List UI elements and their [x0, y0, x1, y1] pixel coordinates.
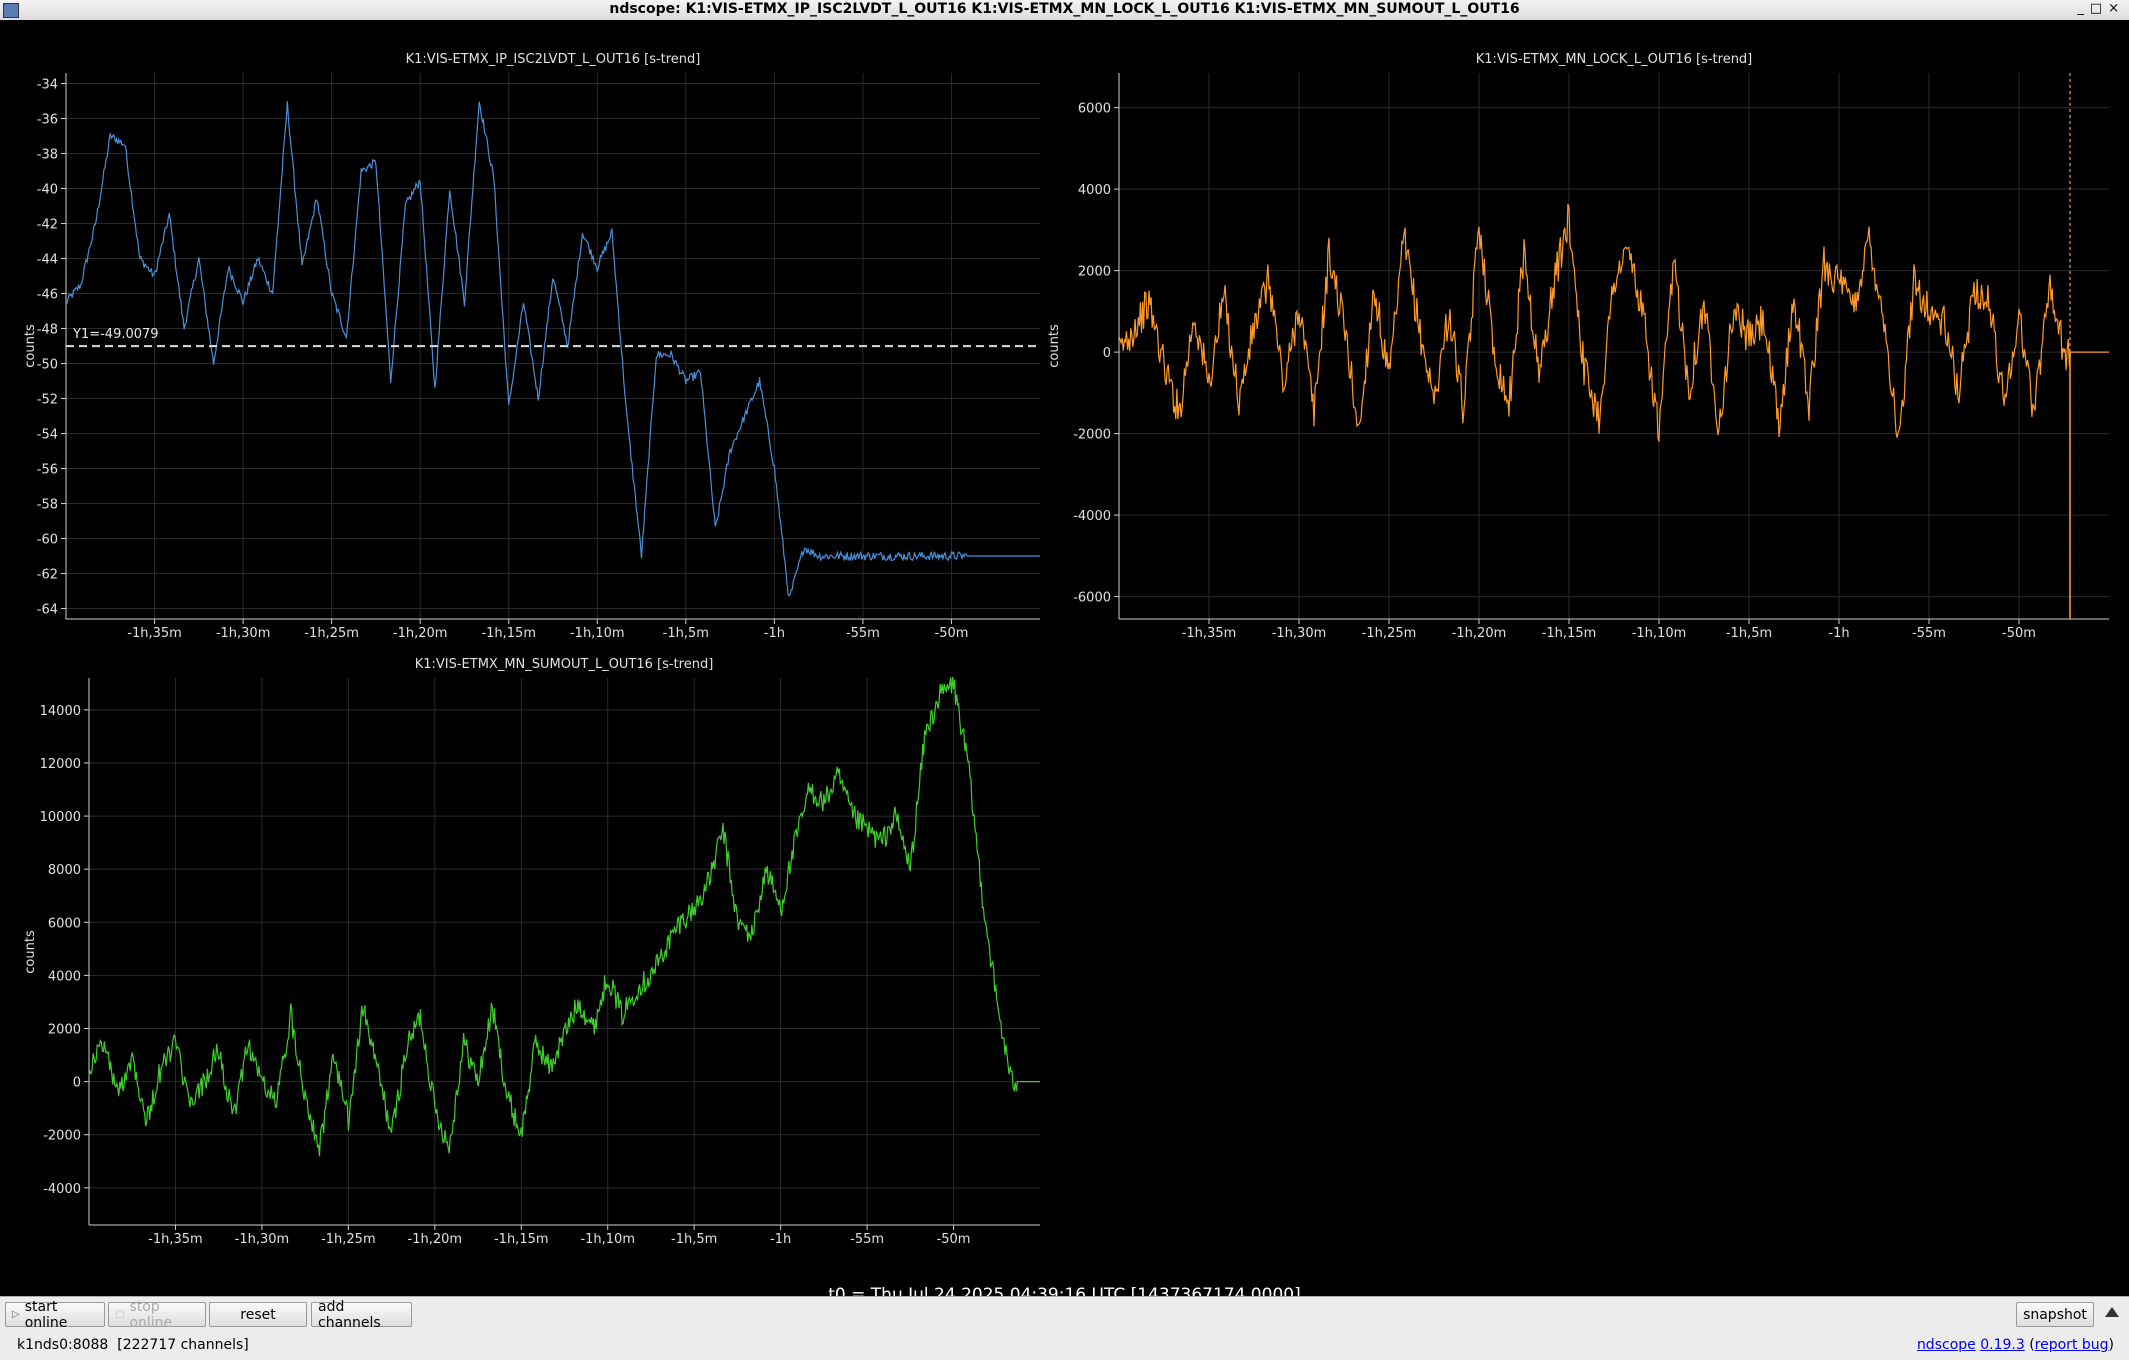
- y-tick-label: -2000: [1073, 428, 1111, 443]
- plot-mn-sumout[interactable]: K1:VIS-ETMX_MN_SUMOUT_L_OUT16 [s-trend] …: [23, 657, 1040, 1247]
- x-tick-label: -1h,30m: [1272, 626, 1327, 641]
- y-tick-label: -44: [37, 253, 58, 268]
- x-tick-label: -55m: [1912, 626, 1946, 641]
- y-tick-label: 6000: [1078, 102, 1111, 117]
- reset-button[interactable]: reset: [209, 1302, 307, 1327]
- stop-icon: □: [115, 1309, 125, 1320]
- x-tick-label: -1h,30m: [216, 626, 271, 641]
- expand-up-icon[interactable]: [2105, 1307, 2119, 1317]
- x-tick-label: -50m: [2002, 626, 2036, 641]
- y-tick-label: -34: [37, 78, 58, 93]
- plot-ip-isc2lvdt[interactable]: K1:VIS-ETMX_IP_ISC2LVDT_L_OUT16 [s-trend…: [23, 52, 1040, 641]
- y-tick-label: -52: [37, 393, 58, 408]
- x-tick-label: -1h: [764, 626, 785, 641]
- y-axis-label: counts: [23, 930, 38, 974]
- x-tick-label: -50m: [937, 1232, 971, 1247]
- y-axis-label: counts: [23, 324, 38, 368]
- plot-area[interactable]: K1:VIS-ETMX_IP_ISC2LVDT_L_OUT16 [s-trend…: [0, 20, 2129, 1305]
- y-tick-label: 8000: [48, 863, 81, 878]
- x-tick-label: -1h,25m: [304, 626, 359, 641]
- connection-status: k1nds0:8088 [222717 channels]: [17, 1337, 249, 1353]
- x-tick-label: -1h: [1828, 626, 1849, 641]
- y-tick-label: 2000: [48, 1023, 81, 1038]
- x-tick-label: -1h,20m: [408, 1232, 463, 1247]
- plot-mn-lock[interactable]: K1:VIS-ETMX_MN_LOCK_L_OUT16 [s-trend] co…: [1047, 52, 2109, 641]
- plot-title: K1:VIS-ETMX_IP_ISC2LVDT_L_OUT16 [s-trend…: [406, 52, 701, 67]
- stop-online-button[interactable]: □ stop online: [108, 1299, 206, 1331]
- x-tick-label: -55m: [850, 1232, 884, 1247]
- channel-count: [222717 channels]: [117, 1337, 249, 1353]
- y-tick-label: 6000: [48, 916, 81, 931]
- y-tick-label: 4000: [48, 969, 81, 984]
- play-icon: ▷: [12, 1309, 20, 1320]
- x-tick-label: -1h,5m: [671, 1232, 717, 1247]
- y-tick-label: -58: [37, 498, 58, 513]
- y-tick-label: -42: [37, 218, 58, 233]
- version-link[interactable]: 0.19.3: [1980, 1337, 2025, 1353]
- y-tick-label: 12000: [40, 757, 81, 772]
- y-tick-label: -6000: [1073, 591, 1111, 606]
- y-tick-label: -38: [37, 148, 58, 163]
- y-tick-label: 14000: [40, 704, 81, 719]
- y-axis-label: counts: [1047, 324, 1062, 368]
- x-tick-label: -1h,20m: [1452, 626, 1507, 641]
- y-tick-label: -2000: [43, 1129, 81, 1144]
- y-tick-label: -46: [37, 288, 58, 303]
- window-controls[interactable]: _□×: [2077, 1, 2125, 16]
- x-tick-label: -1h,15m: [481, 626, 536, 641]
- x-tick-label: -1h,10m: [570, 626, 625, 641]
- y-tick-label: 10000: [40, 810, 81, 825]
- plot-background: [1119, 73, 2109, 619]
- ndscope-link[interactable]: ndscope: [1917, 1337, 1976, 1353]
- x-tick-label: -1h,10m: [1632, 626, 1687, 641]
- start-online-button[interactable]: ▷ start online: [5, 1299, 105, 1331]
- window-titlebar: ndscope: K1:VIS-ETMX_IP_ISC2LVDT_L_OUT16…: [0, 0, 2129, 21]
- plot-title: K1:VIS-ETMX_MN_LOCK_L_OUT16 [s-trend]: [1476, 52, 1753, 67]
- report-bug-link[interactable]: report bug: [2035, 1337, 2109, 1353]
- y-cursor-label: Y1=-49.0079: [72, 327, 159, 342]
- x-tick-label: -50m: [935, 626, 969, 641]
- x-tick-label: -1h,25m: [1362, 626, 1417, 641]
- y-tick-label: -36: [37, 113, 58, 128]
- x-tick-label: -1h,15m: [1542, 626, 1597, 641]
- x-tick-label: -1h,35m: [1182, 626, 1237, 641]
- y-tick-label: -56: [37, 463, 58, 478]
- window-title: ndscope: K1:VIS-ETMX_IP_ISC2LVDT_L_OUT16…: [609, 1, 1520, 17]
- x-tick-label: -1h,10m: [580, 1232, 635, 1247]
- x-tick-label: -1h,5m: [1726, 626, 1772, 641]
- y-tick-label: -50: [37, 358, 58, 373]
- y-tick-label: -40: [37, 183, 58, 198]
- y-tick-label: -60: [37, 533, 58, 548]
- x-tick-label: -1h,30m: [235, 1232, 290, 1247]
- y-tick-label: -48: [37, 323, 58, 338]
- x-tick-label: -55m: [846, 626, 880, 641]
- x-tick-label: -1h: [770, 1232, 791, 1247]
- version-info: ndscope 0.19.3 (report bug): [1917, 1337, 2114, 1353]
- y-tick-label: 0: [1103, 346, 1111, 361]
- y-tick-label: -4000: [1073, 509, 1111, 524]
- x-tick-label: -1h,35m: [127, 626, 182, 641]
- bottom-toolbar: ▷ start online □ stop online reset add c…: [0, 1296, 2129, 1360]
- server-address: k1nds0:8088: [17, 1337, 109, 1353]
- y-tick-label: -64: [37, 603, 58, 618]
- add-channels-button[interactable]: add channels: [311, 1299, 412, 1331]
- plot-title: K1:VIS-ETMX_MN_SUMOUT_L_OUT16 [s-trend]: [415, 657, 714, 672]
- paren-close: ): [2108, 1337, 2114, 1353]
- y-tick-label: -62: [37, 568, 58, 583]
- y-tick-label: -4000: [43, 1182, 81, 1197]
- y-tick-label: 2000: [1078, 265, 1111, 280]
- start-online-label: start online: [24, 1298, 68, 1331]
- snapshot-button[interactable]: snapshot: [2016, 1302, 2094, 1327]
- x-tick-label: -1h,35m: [148, 1232, 203, 1247]
- x-tick-label: -1h,5m: [663, 626, 709, 641]
- x-tick-label: -1h,25m: [321, 1232, 376, 1247]
- x-tick-label: -1h,15m: [494, 1232, 549, 1247]
- stop-online-label: stop online: [129, 1298, 173, 1331]
- y-tick-label: 0: [73, 1076, 81, 1091]
- y-tick-label: 4000: [1078, 183, 1111, 198]
- plot-canvas[interactable]: K1:VIS-ETMX_IP_ISC2LVDT_L_OUT16 [s-trend…: [0, 20, 2129, 1296]
- y-tick-label: -54: [37, 428, 58, 443]
- plot-background: [89, 678, 1040, 1225]
- x-tick-label: -1h,20m: [393, 626, 448, 641]
